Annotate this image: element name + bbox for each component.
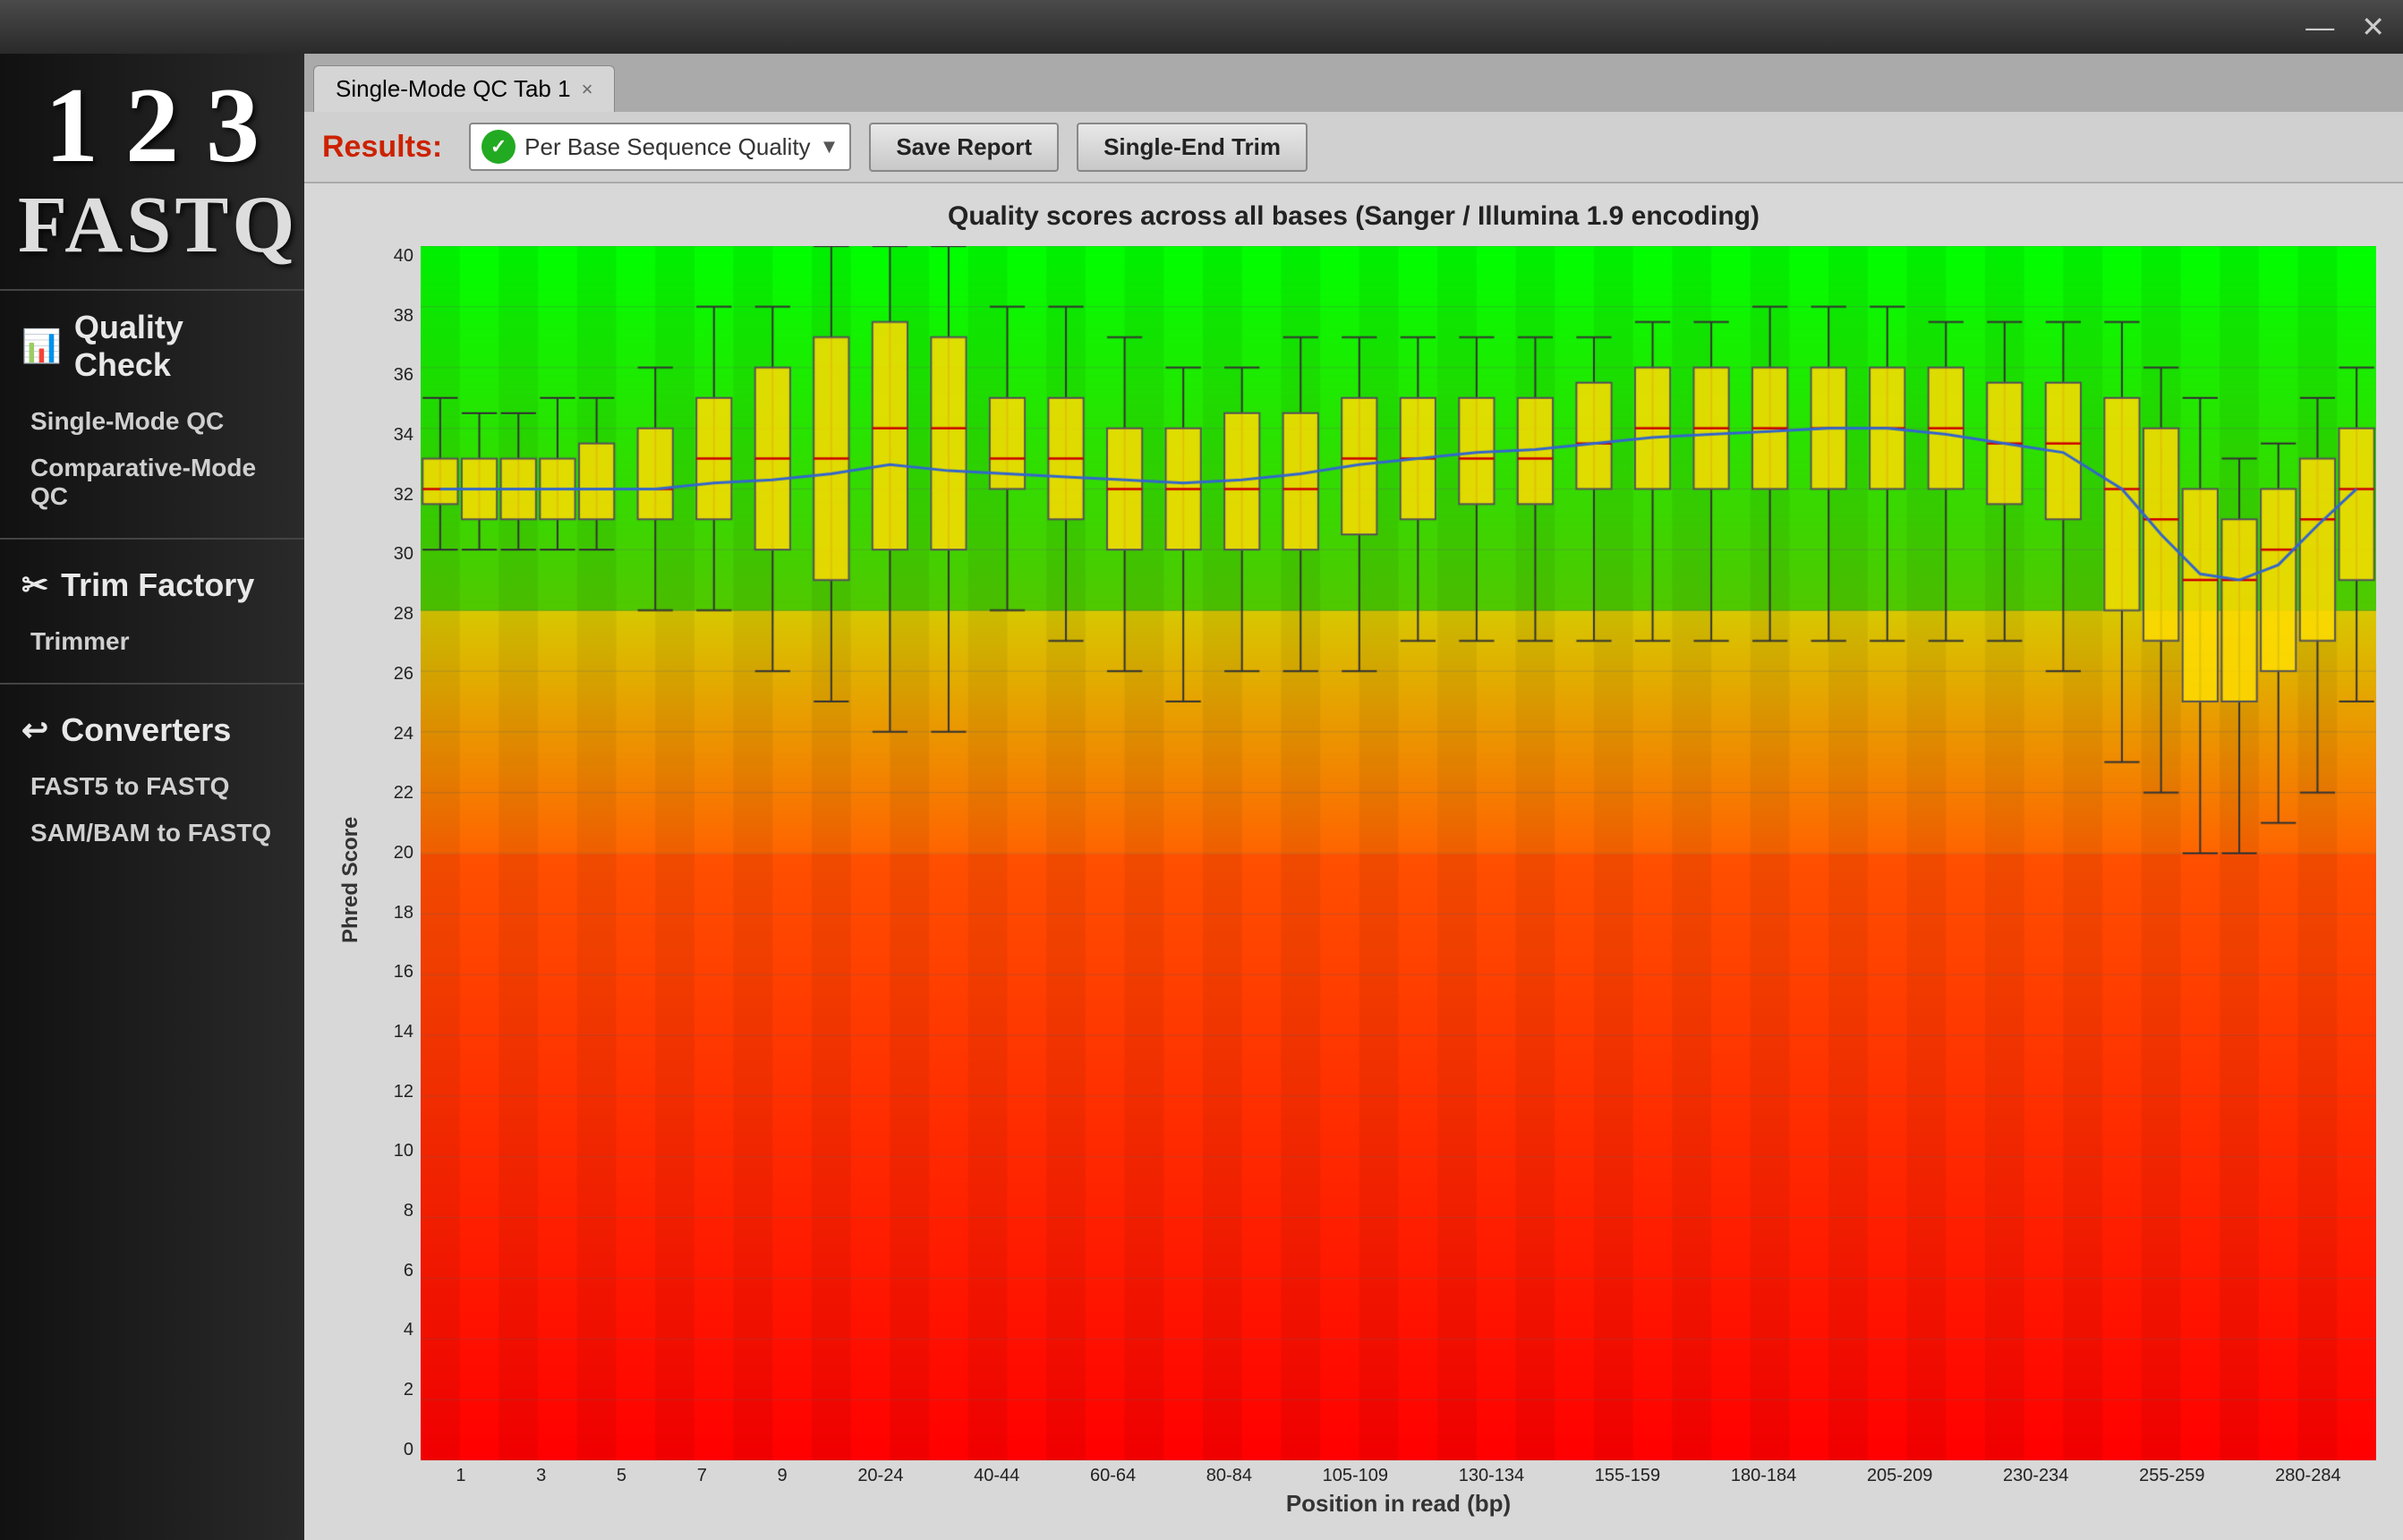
x-tick: 280-284 <box>2275 1466 2340 1486</box>
y-tick: 0 <box>367 1440 413 1460</box>
x-tick: 155-159 <box>1595 1466 1660 1486</box>
trim-factory-section: ✂ Trim Factory Trimmer <box>0 549 304 674</box>
x-tick: 7 <box>697 1466 707 1486</box>
y-tick: 26 <box>367 664 413 685</box>
x-tick: 80-84 <box>1206 1466 1252 1486</box>
y-tick: 16 <box>367 962 413 983</box>
y-tick: 20 <box>367 843 413 864</box>
y-tick: 32 <box>367 485 413 506</box>
y-tick: 18 <box>367 903 413 923</box>
save-report-button[interactable]: Save Report <box>869 123 1059 172</box>
y-tick: 2 <box>367 1380 413 1400</box>
chart-area: Quality scores across all bases (Sanger … <box>304 183 2403 1540</box>
results-label: Results: <box>322 130 442 165</box>
trim-factory-title-row: ✂ Trim Factory <box>21 566 283 604</box>
results-dropdown[interactable]: ✓ Per Base Sequence Quality ▼ <box>469 123 851 171</box>
sidebar-item-fast5-to-fastq[interactable]: FAST5 to FASTQ <box>21 763 283 810</box>
tab-label: Single-Mode QC Tab 1 <box>336 75 571 103</box>
y-tick: 40 <box>367 246 413 267</box>
tab-single-mode-qc[interactable]: Single-Mode QC Tab 1 × <box>313 65 615 112</box>
x-axis-area: 1 3 5 7 9 20-24 40-44 60-64 80-84 105-109 130-134 1… <box>421 1460 2376 1518</box>
y-tick: 22 <box>367 783 413 804</box>
close-button[interactable]: ✕ <box>2361 10 2385 44</box>
x-tick: 1 <box>456 1466 465 1486</box>
x-tick: 3 <box>536 1466 546 1486</box>
y-tick: 8 <box>367 1201 413 1221</box>
y-axis-label: Phred Score <box>331 246 367 1513</box>
x-axis-label: Position in read (bp) <box>421 1486 2376 1518</box>
y-tick: 28 <box>367 604 413 625</box>
converters-title: Converters <box>61 711 231 749</box>
y-tick: 30 <box>367 544 413 565</box>
x-tick: 130-134 <box>1459 1466 1524 1486</box>
divider-1 <box>0 538 304 540</box>
x-tick: 180-184 <box>1731 1466 1796 1486</box>
quality-check-section: 📊 Quality Check Single-Mode QC Comparati… <box>0 291 304 529</box>
x-tick: 230-234 <box>2003 1466 2068 1486</box>
sidebar: 1 2 3 FASTQ 📊 Quality Check Single-Mode … <box>0 54 304 1540</box>
divider-2 <box>0 683 304 685</box>
logo-numbers: 1 2 3 <box>18 72 286 179</box>
tab-close-icon[interactable]: × <box>582 78 593 101</box>
x-tick: 105-109 <box>1323 1466 1388 1486</box>
tab-bar: Single-Mode QC Tab 1 × <box>304 54 2403 112</box>
quality-check-title: Quality Check <box>74 309 283 384</box>
x-tick: 9 <box>778 1466 788 1486</box>
dropdown-value: Per Base Sequence Quality <box>524 133 810 161</box>
y-tick: 4 <box>367 1320 413 1340</box>
y-tick: 34 <box>367 425 413 446</box>
converters-section: ↩ Converters FAST5 to FASTQ SAM/BAM to F… <box>0 693 304 865</box>
chart-canvas <box>421 246 2376 1460</box>
check-icon: ✓ <box>481 130 516 164</box>
title-bar: — ✕ <box>0 0 2403 54</box>
logo-fastq: FASTQ <box>18 179 286 271</box>
single-end-trim-button[interactable]: Single-End Trim <box>1077 123 1308 172</box>
x-tick: 255-259 <box>2139 1466 2204 1486</box>
trim-factory-title: Trim Factory <box>61 566 254 604</box>
chart-inner: 0246810121416182022242628303234363840 13… <box>367 246 2376 1513</box>
y-tick: 14 <box>367 1022 413 1042</box>
toolbar: Results: ✓ Per Base Sequence Quality ▼ S… <box>304 112 2403 183</box>
y-tick: 36 <box>367 365 413 386</box>
main-area: 1 2 3 FASTQ 📊 Quality Check Single-Mode … <box>0 54 2403 1540</box>
chart-wrapper: Phred Score 0246810121416182022242628303… <box>331 246 2376 1513</box>
y-tick: 12 <box>367 1082 413 1102</box>
y-tick: 10 <box>367 1141 413 1161</box>
minimize-button[interactable]: — <box>2305 11 2334 44</box>
x-tick: 20-24 <box>857 1466 903 1486</box>
x-tick: 40-44 <box>974 1466 1019 1486</box>
logo-area: 1 2 3 FASTQ <box>0 54 304 291</box>
y-tick: 38 <box>367 306 413 327</box>
quality-check-icon: 📊 <box>21 328 62 365</box>
y-tick: 24 <box>367 724 413 744</box>
y-tick: 6 <box>367 1261 413 1281</box>
sidebar-item-comparative-mode-qc[interactable]: Comparative-Mode QC <box>21 445 283 520</box>
dropdown-arrow-icon: ▼ <box>820 135 839 158</box>
quality-check-title-row: 📊 Quality Check <box>21 309 283 384</box>
x-tick: 5 <box>617 1466 626 1486</box>
x-tick: 60-64 <box>1090 1466 1136 1486</box>
converters-title-row: ↩ Converters <box>21 711 283 749</box>
y-ticks: 0246810121416182022242628303234363840 <box>367 246 421 1460</box>
trim-factory-icon: ✂ <box>21 566 48 604</box>
chart-title: Quality scores across all bases (Sanger … <box>331 201 2376 232</box>
right-panel: Single-Mode QC Tab 1 × Results: ✓ Per Ba… <box>304 54 2403 1540</box>
x-tick: 205-209 <box>1867 1466 1932 1486</box>
sidebar-item-single-mode-qc[interactable]: Single-Mode QC <box>21 398 283 445</box>
converters-icon: ↩ <box>21 711 48 749</box>
sidebar-item-sambam-to-fastq[interactable]: SAM/BAM to FASTQ <box>21 810 283 856</box>
sidebar-item-trimmer[interactable]: Trimmer <box>21 618 283 665</box>
chart-plot: 0246810121416182022242628303234363840 <box>367 246 2376 1460</box>
x-ticks: 1 3 5 7 9 20-24 40-44 60-64 80-84 105-109 130-134 1… <box>421 1460 2376 1486</box>
